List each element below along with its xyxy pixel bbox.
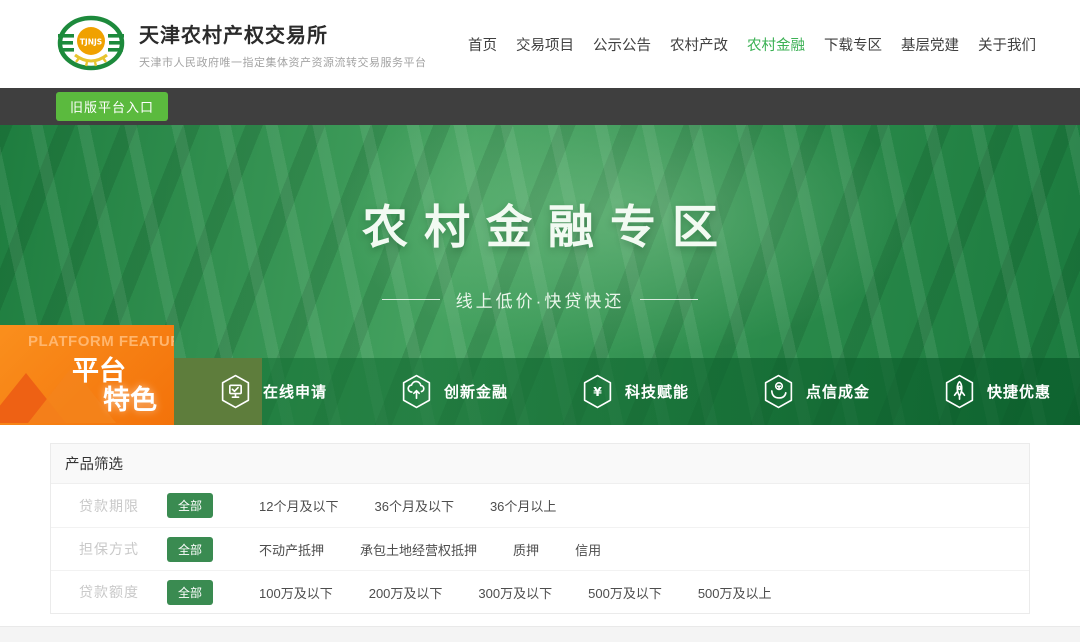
top-header: TJNJS 天津农村产权交易所 天津市人民政府唯一指定集体资产资源流转交易服务平… [0, 0, 1080, 88]
all-filter-button[interactable]: 全部 [167, 537, 213, 562]
all-filter-button[interactable]: 全部 [167, 493, 213, 518]
brand-text: 天津农村产权交易所 天津市人民政府唯一指定集体资产资源流转交易服务平台 [139, 19, 427, 70]
filter-option[interactable]: 500万及以上 [698, 583, 772, 602]
monitor-check-icon [220, 374, 251, 409]
filter-option[interactable]: 质押 [513, 540, 539, 559]
filter-option[interactable]: 12个月及以下 [259, 496, 338, 515]
hero-text-block: 农村金融专区 线上低价·快贷快还 [0, 191, 1080, 312]
nav-item-rural-reform[interactable]: 农村产改 [670, 34, 728, 55]
hero-tagline-row: 线上低价·快贷快还 [0, 287, 1080, 312]
filter-row-guarantee-method: 担保方式 全部 不动产抵押 承包土地经营权抵押 质押 信用 [51, 527, 1029, 570]
nav-item-party-building[interactable]: 基层党建 [901, 34, 959, 55]
brand-emblem-icon: TJNJS [57, 15, 125, 73]
feature-item-tech-empowerment[interactable]: ¥ 科技赋能 [536, 358, 717, 425]
sub-header-bar: 旧版平台入口 [0, 88, 1080, 125]
feature-label: 科技赋能 [625, 381, 689, 402]
hero-banner: 农村金融专区 线上低价·快贷快还 在线申请 创新金融 [0, 125, 1080, 425]
filter-option[interactable]: 不动产抵押 [259, 540, 324, 559]
filter-card-title: 产品筛选 [51, 444, 1029, 484]
footer-strip [0, 626, 1080, 642]
filter-option[interactable]: 100万及以下 [259, 583, 333, 602]
nav-item-home[interactable]: 首页 [468, 34, 497, 55]
site-title: 天津农村产权交易所 [139, 19, 427, 48]
cloud-finance-icon [401, 374, 432, 409]
platform-features-panel: PLATFORM FEATURES 平台 特色 [0, 325, 174, 425]
feature-label: 快捷优惠 [987, 381, 1051, 402]
feature-label: 创新金融 [444, 381, 508, 402]
filter-option[interactable]: 承包土地经营权抵押 [360, 540, 477, 559]
filter-option[interactable]: 500万及以下 [588, 583, 662, 602]
main-nav: 首页 交易项目 公示公告 农村产改 农村金融 下载专区 基层党建 关于我们 [468, 34, 1036, 55]
filter-option[interactable]: 36个月以上 [490, 496, 556, 515]
all-filter-button[interactable]: 全部 [167, 580, 213, 605]
feature-item-fast-discount[interactable]: 快捷优惠 [898, 358, 1079, 425]
platform-features-en: PLATFORM FEATURES [28, 333, 174, 350]
feature-item-online-apply[interactable]: 在线申请 [174, 358, 355, 425]
filter-label: 担保方式 [79, 539, 155, 559]
filter-label: 贷款额度 [79, 582, 155, 602]
svg-text:¥: ¥ [593, 385, 602, 399]
filter-option[interactable]: 300万及以下 [478, 583, 552, 602]
feature-item-innovative-finance[interactable]: 创新金融 [355, 358, 536, 425]
tagline-left-rule [382, 299, 440, 300]
feature-item-credit-to-gold[interactable]: 点信成金 [717, 358, 898, 425]
yuan-tech-icon: ¥ [582, 374, 613, 409]
filter-row-loan-amount: 贷款额度 全部 100万及以下 200万及以下 300万及以下 500万及以下 … [51, 570, 1029, 613]
filter-option[interactable]: 信用 [575, 540, 601, 559]
rocket-icon [944, 374, 975, 409]
nav-item-rural-finance[interactable]: 农村金融 [747, 34, 805, 55]
nav-item-about-us[interactable]: 关于我们 [978, 34, 1036, 55]
site-logo[interactable]: TJNJS 天津农村产权交易所 天津市人民政府唯一指定集体资产资源流转交易服务平… [57, 15, 427, 73]
filter-option[interactable]: 36个月及以下 [374, 496, 453, 515]
hand-coin-icon [763, 374, 794, 409]
filter-label: 贷款期限 [79, 496, 155, 516]
nav-item-downloads[interactable]: 下载专区 [824, 34, 882, 55]
feature-label: 点信成金 [806, 381, 870, 402]
nav-item-public-notice[interactable]: 公示公告 [593, 34, 651, 55]
logo-text: TJNJS [80, 38, 102, 47]
product-filter-card: 产品筛选 贷款期限 全部 12个月及以下 36个月及以下 36个月以上 担保方式… [50, 443, 1030, 614]
filter-row-loan-term: 贷款期限 全部 12个月及以下 36个月及以下 36个月以上 [51, 484, 1029, 527]
hero-title: 农村金融专区 [0, 191, 1080, 257]
old-platform-entry-button[interactable]: 旧版平台入口 [56, 92, 168, 121]
main-content: 产品筛选 贷款期限 全部 12个月及以下 36个月及以下 36个月以上 担保方式… [0, 425, 1080, 626]
site-subtitle: 天津市人民政府唯一指定集体资产资源流转交易服务平台 [139, 54, 427, 70]
feature-bar: 在线申请 创新金融 ¥ 科技赋能 点信成金 [174, 358, 1080, 425]
hero-tagline: 线上低价·快贷快还 [456, 287, 625, 312]
nav-item-trade-projects[interactable]: 交易项目 [516, 34, 574, 55]
feature-label: 在线申请 [263, 381, 327, 402]
filter-option[interactable]: 200万及以下 [369, 583, 443, 602]
platform-features-cn-line2: 特色 [103, 378, 157, 417]
tagline-right-rule [640, 299, 698, 300]
